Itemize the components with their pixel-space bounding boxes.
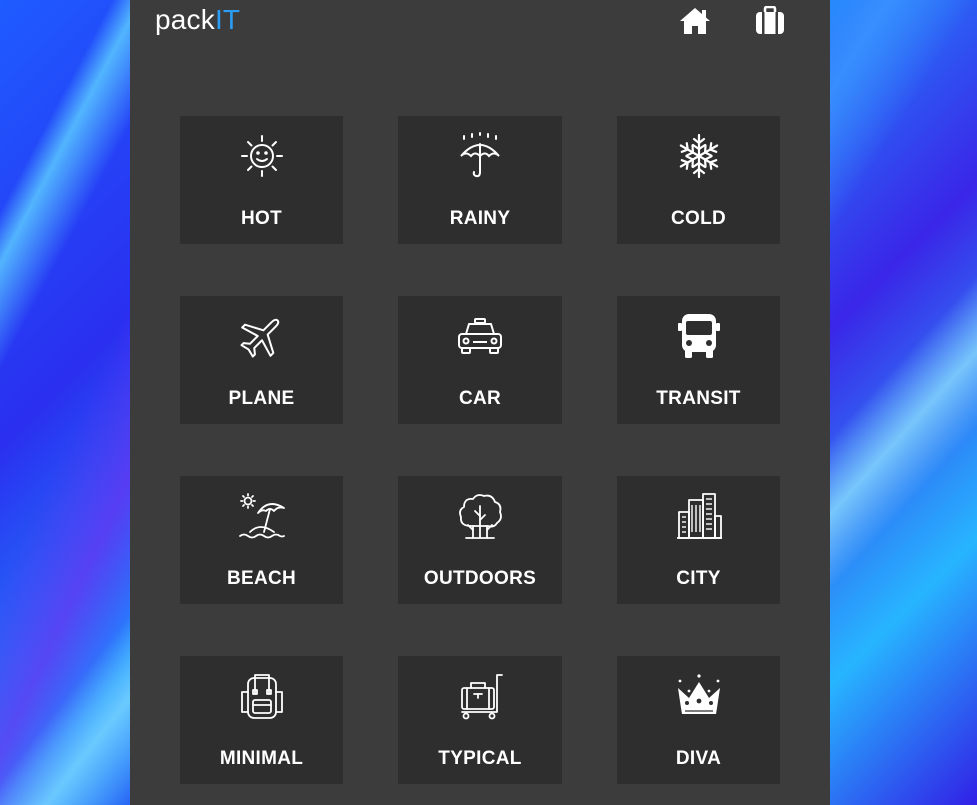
category-grid: HOT RAINY COLD PLANE CAR TRANSIT BEACH O…	[180, 116, 780, 784]
tile-diva[interactable]: DIVA	[617, 656, 780, 784]
logo-main-text: pack	[155, 4, 215, 35]
tile-label: OUTDOORS	[423, 568, 537, 589]
tile-hot[interactable]: HOT	[180, 116, 343, 244]
sun-icon	[240, 135, 283, 177]
tile-label: TRANSIT	[656, 388, 741, 409]
home-icon	[680, 8, 710, 34]
tile-label: CAR	[458, 388, 502, 409]
tile-minimal[interactable]: MINIMAL	[180, 656, 343, 784]
bus-icon	[677, 314, 720, 358]
umbrella-rain-icon	[460, 132, 500, 178]
backpack-icon	[240, 674, 283, 719]
tile-cold[interactable]: COLD	[617, 116, 780, 244]
app-header: packIT	[130, 0, 830, 48]
luggage-cart-icon	[461, 674, 503, 720]
tile-city[interactable]: CITY	[617, 476, 780, 604]
beach-umbrella-icon	[238, 493, 285, 539]
tile-label: MINIMAL	[219, 748, 304, 769]
tile-label: RAINY	[449, 208, 511, 229]
crown-icon	[677, 674, 720, 714]
suitcase-button[interactable]	[753, 6, 787, 36]
tile-label: COLD	[670, 208, 727, 229]
app-logo[interactable]: packIT	[155, 4, 240, 36]
tile-label: CITY	[676, 568, 721, 589]
tile-label: PLANE	[228, 388, 295, 409]
tile-car[interactable]: CAR	[398, 296, 562, 424]
tile-label: DIVA	[675, 748, 722, 769]
logo-accent-text: IT	[214, 4, 241, 35]
tile-label: TYPICAL	[438, 748, 522, 769]
suitcase-icon	[756, 6, 784, 34]
snowflake-icon	[679, 133, 718, 179]
tile-typical[interactable]: TYPICAL	[398, 656, 562, 784]
trees-icon	[459, 494, 502, 539]
plane-icon	[239, 318, 279, 358]
tile-plane[interactable]: PLANE	[180, 296, 343, 424]
tile-label: BEACH	[226, 568, 297, 589]
tile-transit[interactable]: TRANSIT	[617, 296, 780, 424]
tile-outdoors[interactable]: OUTDOORS	[398, 476, 562, 604]
tile-beach[interactable]: BEACH	[180, 476, 343, 604]
tile-rainy[interactable]: RAINY	[398, 116, 562, 244]
tile-label: HOT	[240, 208, 282, 229]
home-button[interactable]	[678, 6, 712, 36]
taxi-icon	[458, 318, 502, 354]
city-buildings-icon	[676, 493, 722, 539]
app-panel: packIT HOT RAINY COLD PLANE CAR TRANSIT …	[130, 0, 830, 805]
